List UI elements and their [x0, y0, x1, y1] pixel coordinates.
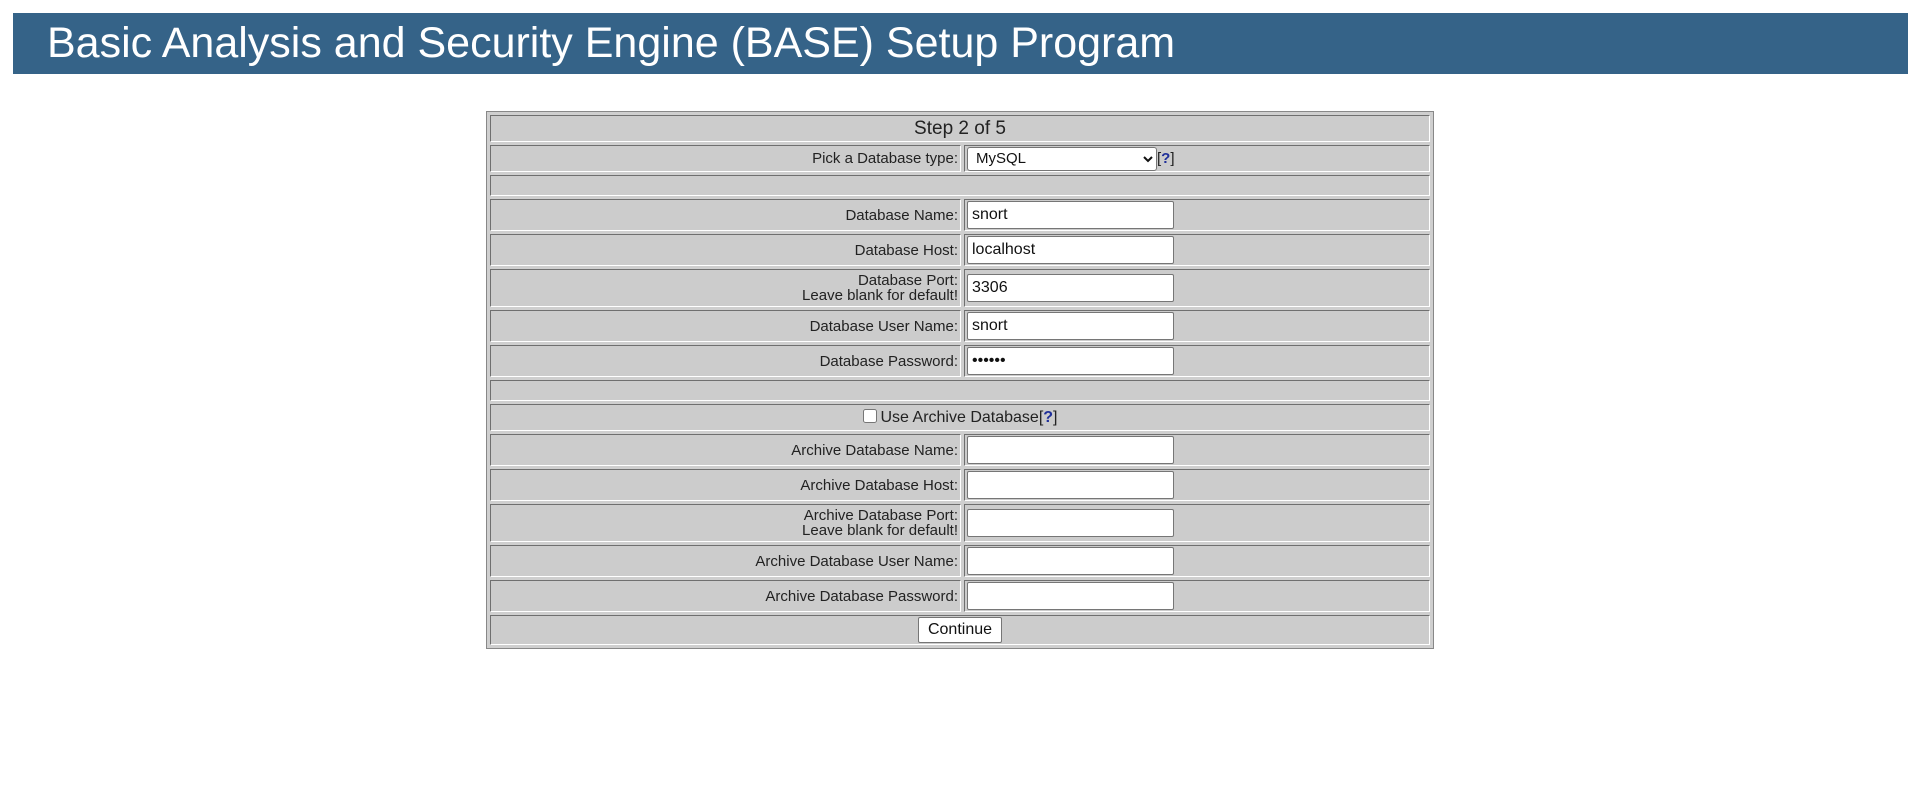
continue-button[interactable]: Continue — [917, 617, 1003, 643]
db-user-label: Database User Name: — [490, 310, 961, 342]
archive-password-row: Archive Database Password: — [490, 580, 1430, 612]
page-title: Basic Analysis and Security Engine (BASE… — [47, 19, 1176, 67]
db-password-row: Database Password: — [490, 345, 1430, 377]
db-name-input[interactable] — [967, 201, 1174, 229]
step-cell: Step 2 of 5 — [490, 115, 1430, 142]
archive-name-row: Archive Database Name: — [490, 434, 1430, 466]
db-host-input[interactable] — [967, 236, 1174, 264]
archive-host-input[interactable] — [967, 471, 1174, 499]
db-password-input[interactable] — [967, 347, 1174, 375]
db-type-field: MySQL [?] — [964, 145, 1430, 172]
step-title: Step 2 of 5 — [914, 117, 1006, 139]
db-type-help-link[interactable]: ? — [1161, 149, 1170, 166]
db-name-row: Database Name: — [490, 199, 1430, 231]
db-port-label-cell: Database Port: Leave blank for default! — [490, 269, 961, 307]
archive-port-input[interactable] — [967, 509, 1174, 537]
archive-password-field — [964, 580, 1430, 612]
continue-cell: Continue — [490, 615, 1430, 645]
archive-toggle-row: Use Archive Database[?] — [490, 404, 1430, 431]
db-port-row: Database Port: Leave blank for default! — [490, 269, 1430, 307]
db-host-row: Database Host: — [490, 234, 1430, 266]
archive-port-row: Archive Database Port: Leave blank for d… — [490, 504, 1430, 542]
archive-name-input[interactable] — [967, 436, 1174, 464]
archive-port-note: Leave blank for default! — [802, 522, 958, 539]
setup-form-table: Step 2 of 5 Pick a Database type: MySQL … — [486, 111, 1434, 649]
db-user-row: Database User Name: — [490, 310, 1430, 342]
archive-password-input[interactable] — [967, 582, 1174, 610]
spacer-row — [490, 380, 1430, 401]
db-user-field — [964, 310, 1430, 342]
archive-port-field — [964, 504, 1430, 542]
help-bracket-close: ] — [1053, 408, 1058, 426]
spacer-row — [490, 175, 1430, 196]
archive-port-label: Archive Database Port: — [803, 507, 958, 524]
archive-checkbox[interactable] — [862, 408, 877, 423]
db-password-field — [964, 345, 1430, 377]
archive-checkbox-label: Use Archive Database — [880, 408, 1039, 426]
archive-host-row: Archive Database Host: — [490, 469, 1430, 501]
db-port-input[interactable] — [967, 274, 1174, 302]
db-user-input[interactable] — [967, 312, 1174, 340]
db-name-field — [964, 199, 1430, 231]
db-host-field — [964, 234, 1430, 266]
step-row: Step 2 of 5 — [490, 115, 1430, 142]
db-name-label: Database Name: — [490, 199, 961, 231]
archive-user-label: Archive Database User Name: — [490, 545, 961, 577]
db-port-note: Leave blank for default! — [802, 287, 958, 304]
continue-row: Continue — [490, 615, 1430, 645]
db-password-label: Database Password: — [490, 345, 961, 377]
help-bracket-close: ] — [1170, 149, 1175, 167]
db-type-select[interactable]: MySQL — [967, 146, 1157, 171]
archive-name-field — [964, 434, 1430, 466]
db-port-field — [964, 269, 1430, 307]
archive-name-label: Archive Database Name: — [490, 434, 961, 466]
archive-password-label: Archive Database Password: — [490, 580, 961, 612]
archive-host-label: Archive Database Host: — [490, 469, 961, 501]
archive-user-field — [964, 545, 1430, 577]
archive-user-input[interactable] — [967, 547, 1174, 575]
spacer-cell — [490, 380, 1430, 401]
archive-port-label-cell: Archive Database Port: Leave blank for d… — [490, 504, 961, 542]
db-type-label: Pick a Database type: — [490, 145, 961, 172]
spacer-cell — [490, 175, 1430, 196]
db-type-row: Pick a Database type: MySQL [?] — [490, 145, 1430, 172]
archive-user-row: Archive Database User Name: — [490, 545, 1430, 577]
archive-host-field — [964, 469, 1430, 501]
header-bar: Basic Analysis and Security Engine (BASE… — [13, 13, 1908, 74]
archive-help-link[interactable]: ? — [1043, 409, 1053, 426]
db-host-label: Database Host: — [490, 234, 961, 266]
db-port-label: Database Port: — [857, 272, 958, 289]
archive-toggle-cell: Use Archive Database[?] — [490, 404, 1430, 431]
